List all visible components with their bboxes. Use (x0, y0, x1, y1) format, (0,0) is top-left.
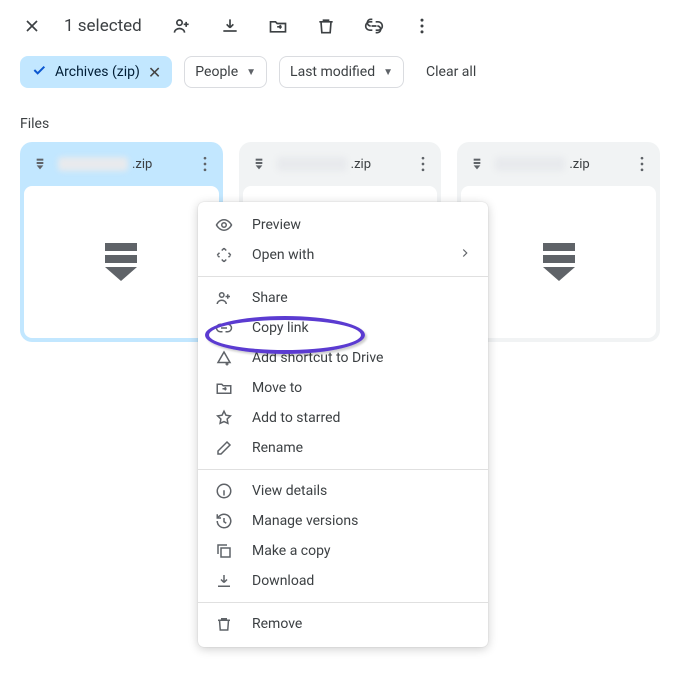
selection-toolbar: 1 selected (0, 0, 680, 46)
history-icon (214, 511, 234, 531)
filter-chip-people-label: People (195, 64, 238, 80)
info-icon (214, 481, 234, 501)
filter-chip-modified-label: Last modified (290, 64, 375, 80)
menu-download[interactable]: Download (198, 566, 488, 596)
zip-glyph-icon (105, 243, 137, 281)
menu-copy-link[interactable]: Copy link (198, 313, 488, 343)
download-icon[interactable] (218, 14, 242, 38)
redacted-name (58, 157, 128, 171)
menu-make-copy[interactable]: Make a copy (198, 536, 488, 566)
zip-glyph-icon (543, 243, 575, 281)
filter-chip-modified[interactable]: Last modified ▼ (279, 56, 404, 88)
menu-label: Download (252, 573, 314, 589)
menu-label: Add shortcut to Drive (252, 350, 383, 366)
filter-chip-type-label: Archives (zip) (55, 64, 140, 80)
clear-all-button[interactable]: Clear all (416, 64, 476, 80)
menu-label: Rename (252, 440, 303, 456)
chevron-right-icon (458, 246, 472, 264)
selected-count: 1 selected (64, 16, 142, 36)
share-person-icon[interactable] (170, 14, 194, 38)
context-menu: Preview Open with Share Copy link Add sh… (198, 202, 488, 647)
chip-clear-icon[interactable]: ✕ (148, 63, 161, 82)
menu-label: Open with (252, 247, 314, 263)
eye-icon (214, 215, 234, 235)
menu-label: Make a copy (252, 543, 331, 559)
file-name: .zip (58, 157, 185, 172)
filter-chip-type[interactable]: Archives (zip) ✕ (20, 56, 172, 88)
menu-label: Manage versions (252, 513, 358, 529)
trash-icon (214, 614, 234, 634)
zip-filetype-icon (32, 156, 48, 172)
pencil-icon (214, 438, 234, 458)
menu-remove[interactable]: Remove (198, 609, 488, 639)
menu-label: Preview (252, 217, 301, 233)
menu-separator (198, 276, 488, 277)
filter-chip-people[interactable]: People ▼ (184, 56, 267, 88)
trash-icon[interactable] (314, 14, 338, 38)
filter-bar: Archives (zip) ✕ People ▼ Last modified … (0, 46, 680, 96)
file-ext: .zip (132, 157, 152, 172)
copy-icon (214, 541, 234, 561)
menu-open-with[interactable]: Open with (198, 240, 488, 270)
close-selection-icon[interactable] (20, 14, 44, 38)
menu-label: View details (252, 483, 327, 499)
more-icon[interactable] (410, 14, 434, 38)
menu-manage-versions[interactable]: Manage versions (198, 506, 488, 536)
share-icon (214, 288, 234, 308)
caret-down-icon: ▼ (383, 67, 393, 78)
link-icon[interactable] (362, 14, 386, 38)
star-icon (214, 408, 234, 428)
menu-add-shortcut[interactable]: Add shortcut to Drive (198, 343, 488, 373)
open-with-icon (214, 245, 234, 265)
zip-filetype-icon (251, 156, 267, 172)
menu-label: Share (252, 290, 288, 306)
file-card-header: .zip (457, 142, 660, 186)
menu-add-starred[interactable]: Add to starred (198, 403, 488, 433)
file-ext: .zip (351, 157, 371, 172)
menu-label: Add to starred (252, 410, 340, 426)
menu-label: Copy link (252, 320, 309, 336)
zip-filetype-icon (469, 156, 485, 172)
files-section-label: Files (0, 96, 680, 142)
menu-view-details[interactable]: View details (198, 476, 488, 506)
add-shortcut-icon (214, 348, 234, 368)
move-to-icon[interactable] (266, 14, 290, 38)
menu-rename[interactable]: Rename (198, 433, 488, 463)
file-name: .zip (277, 157, 404, 172)
file-more-icon[interactable] (195, 154, 215, 174)
menu-move-to[interactable]: Move to (198, 373, 488, 403)
menu-separator (198, 602, 488, 603)
folder-move-icon (214, 378, 234, 398)
file-card-header: .zip (239, 142, 442, 186)
file-name: .zip (495, 157, 622, 172)
check-icon (31, 62, 47, 82)
menu-separator (198, 469, 488, 470)
menu-label: Move to (252, 380, 302, 396)
file-card[interactable]: .zip (20, 142, 223, 342)
file-thumbnail (24, 186, 219, 338)
redacted-name (495, 157, 565, 171)
download-icon (214, 571, 234, 591)
menu-share[interactable]: Share (198, 283, 488, 313)
file-ext: .zip (569, 157, 589, 172)
file-card-header: .zip (20, 142, 223, 186)
redacted-name (277, 157, 347, 171)
menu-preview[interactable]: Preview (198, 210, 488, 240)
link-icon (214, 318, 234, 338)
file-thumbnail (461, 186, 656, 338)
file-more-icon[interactable] (413, 154, 433, 174)
caret-down-icon: ▼ (246, 67, 256, 78)
file-more-icon[interactable] (632, 154, 652, 174)
menu-label: Remove (252, 616, 302, 632)
